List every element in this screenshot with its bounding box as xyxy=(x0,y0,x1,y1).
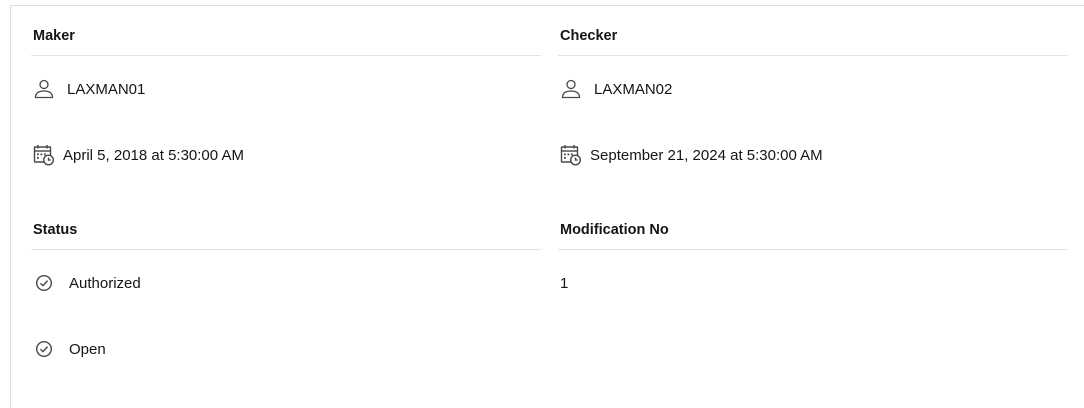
modification-section: Modification No 1 xyxy=(558,200,1068,316)
checker-datetime: September 21, 2024 at 5:30:00 AM xyxy=(590,146,823,164)
modification-value: 1 xyxy=(560,274,569,292)
status-open: Open xyxy=(69,340,106,358)
status-row-authorized: Authorized xyxy=(31,250,541,316)
status-row-open: Open xyxy=(31,316,541,382)
user-icon xyxy=(33,78,55,100)
calendar-clock-icon xyxy=(33,144,55,166)
checker-heading: Checker xyxy=(558,6,1068,56)
checker-user-row: LAXMAN02 xyxy=(558,56,1068,122)
status-heading: Status xyxy=(31,200,541,250)
check-circle-icon xyxy=(33,272,55,294)
modification-row: 1 xyxy=(558,250,1068,316)
check-circle-icon xyxy=(33,338,55,360)
checker-section: Checker LAXMAN02 September 21, 2024 at 5… xyxy=(558,6,1068,188)
status-section: Status Authorized Open xyxy=(31,200,541,382)
checker-user: LAXMAN02 xyxy=(594,80,673,98)
checker-datetime-row: September 21, 2024 at 5:30:00 AM xyxy=(558,122,1068,188)
maker-user: LAXMAN01 xyxy=(67,80,146,98)
maker-datetime-row: April 5, 2018 at 5:30:00 AM xyxy=(31,122,541,188)
audit-panel: Maker LAXMAN01 April 5, 2018 at 5:30:00 … xyxy=(10,5,1084,408)
status-authorized: Authorized xyxy=(69,274,141,292)
maker-datetime: April 5, 2018 at 5:30:00 AM xyxy=(63,146,244,164)
user-icon xyxy=(560,78,582,100)
maker-heading: Maker xyxy=(31,6,541,56)
maker-section: Maker LAXMAN01 April 5, 2018 at 5:30:00 … xyxy=(31,6,541,188)
calendar-clock-icon xyxy=(560,144,582,166)
maker-user-row: LAXMAN01 xyxy=(31,56,541,122)
modification-heading: Modification No xyxy=(558,200,1068,250)
